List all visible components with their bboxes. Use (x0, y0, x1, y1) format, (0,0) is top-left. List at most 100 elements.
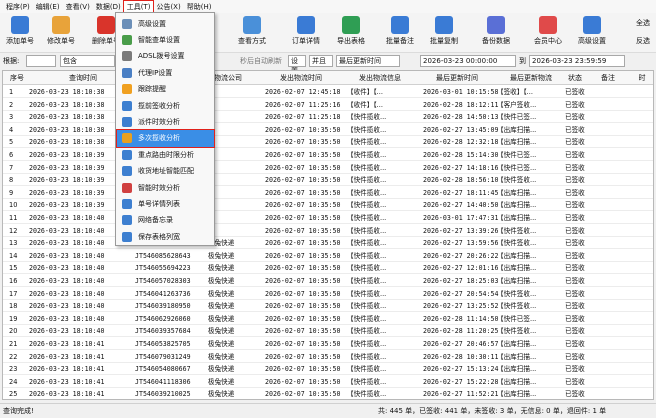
row-ship-info: 【快件揽收... (347, 352, 387, 361)
table-row[interactable]: 22 2026-03-23 18:10:41 JT546079031249 极兔快递 2… (3, 351, 653, 363)
menu-adsl-settings[interactable]: ADSL拨号设置 (117, 48, 214, 65)
menu-multi-pickup-analysis[interactable]: 多次揽收分析 (116, 128, 215, 148)
invert-select-button[interactable]: 反选 (632, 35, 654, 48)
menu-save-column-width[interactable]: 保存表格列宽 (117, 228, 214, 245)
menu-item-label: 重点路由时限分析 (138, 150, 194, 159)
table-row[interactable]: 8 2026-03-23 18:10:39 2026-02-07 10:35:50 【… (3, 174, 653, 187)
contains-select[interactable]: 包含 (60, 55, 115, 67)
menu-item-label: 网络备忘录 (138, 216, 173, 225)
status-message: 查询完成! (3, 407, 34, 415)
order-detail-button[interactable]: 订单详情 (286, 14, 326, 52)
menu-view[interactable]: 查看(V) (63, 1, 93, 13)
and-select[interactable]: 并且 (309, 55, 333, 67)
table-row[interactable]: 20 2026-03-23 18:10:40 JT546039357684 极兔快递 2… (3, 325, 653, 338)
menu-smart-query-settings[interactable]: 智能查单设置 (117, 31, 214, 48)
backup-data-button[interactable]: 备份数据 (476, 14, 516, 52)
table-row[interactable]: 132026-03-23 18:10:40JT546062868563极兔快递2… (3, 237, 653, 250)
row-courier: 极兔快递 (208, 251, 235, 260)
table-row[interactable]: 7 2026-03-23 18:10:39 2026-02-07 10:35:50 【… (3, 162, 653, 174)
row-ship-info: 【快件揽收... (347, 327, 387, 336)
table-row[interactable]: 14 2026-03-23 18:10:40 JT546085628643 极兔快递 2… (3, 250, 653, 262)
row-tracking-number: JT546057028303 (135, 277, 191, 285)
header-note[interactable]: 备注 (595, 71, 621, 85)
date-field-select[interactable]: 最后更新时间 (336, 55, 400, 67)
header-last-update-info[interactable]: 最后更新物流 (497, 71, 565, 85)
table-row[interactable]: 18 2026-03-23 18:10:40 JT546039180950 极兔快递 2… (3, 300, 653, 313)
table-row[interactable]: 12 2026-03-23 18:10:40 2026-02-07 10:35:50… (3, 225, 653, 237)
table-row[interactable]: 3 2026-03-23 18:10:38 2026-02-07 11:25:18 【… (3, 111, 653, 124)
menu-proxy-ip-settings[interactable]: 代理IP设置 (117, 64, 214, 81)
table-row[interactable]: 5 2026-03-23 18:10:38 2026-02-07 10:35:50 【… (3, 136, 653, 149)
date-to-input[interactable]: 2026-03-23 23:59:59 (529, 55, 625, 67)
table-row[interactable]: 2 2026-03-23 18:10:38 2026-02-07 11:25:16 【… (3, 99, 653, 111)
table-row[interactable]: 9 2026-03-23 18:10:39 2026-02-07 10:35:50 【… (3, 187, 653, 199)
export-table-button[interactable]: 导出表格 (331, 14, 371, 52)
row-courier: 极兔快递 (208, 277, 235, 285)
menu-item-label: 保存表格列宽 (138, 232, 180, 241)
header-last-update-time[interactable]: 最后更新时间 (417, 71, 497, 85)
table-row[interactable]: 17 2026-03-23 18:10:40 JT546041263736 极兔快递 2… (3, 288, 653, 300)
header-extra[interactable]: 时 (633, 71, 651, 85)
batch-copy-button[interactable]: 批量复制 (424, 14, 464, 52)
table-row[interactable]: 25 2026-03-23 18:10:41 JT546039210025 极兔快递 2… (3, 388, 653, 399)
table-row[interactable]: 19 2026-03-23 18:10:40 JT546062926060 极兔快递 2… (3, 313, 653, 325)
menu-network-memo[interactable]: 网络备忘录 (117, 212, 214, 229)
add-number-button[interactable]: 添加单号 (2, 14, 38, 52)
row-last-update-info: 【出库扫描... (497, 251, 537, 260)
table-row[interactable]: 24 2026-03-23 18:10:41 JT546041118306 极兔快递 2… (3, 376, 653, 388)
menu-advanced-settings[interactable]: 高级设置 (117, 15, 214, 32)
table-row[interactable]: 6 2026-03-23 18:10:39 2026-02-07 10:35:50 【… (3, 149, 653, 161)
menu-address-match[interactable]: 收货地址智能匹配 (117, 163, 214, 180)
row-status: 已签收 (565, 88, 585, 96)
menu-program[interactable]: 程序(P) (3, 1, 33, 13)
menu-data[interactable]: 数据(D) (93, 1, 124, 13)
row-index: 11 (9, 214, 18, 222)
table-row[interactable]: 4 2026-03-23 18:10:38 2026-02-07 10:35:50 【… (3, 124, 653, 136)
menu-tools[interactable]: 工具(T) (122, 0, 155, 14)
row-index: 12 (9, 226, 18, 235)
header-status[interactable]: 状态 (561, 71, 589, 85)
advanced-settings-button[interactable]: 高级设置 (572, 14, 612, 52)
row-query-time: 2026-03-23 18:10:40 (29, 239, 105, 248)
date-from-input[interactable]: 2026-03-23 00:00:00 (420, 55, 516, 67)
row-index: 20 (9, 327, 18, 336)
row-index: 21 (9, 340, 18, 348)
row-last-update-time: 2026-02-28 12:32:18 (423, 138, 499, 147)
menubar: 程序(P) 编辑(E) 查看(V) 数据(D) 工具(T) 公告(X) 帮助(H… (0, 0, 656, 14)
detail-icon (297, 16, 315, 34)
field-select[interactable] (26, 55, 56, 67)
header-ship-time[interactable]: 发出物流时间 (259, 71, 343, 85)
table-row[interactable]: 10 2026-03-23 18:10:39 2026-02-07 10:35:50… (3, 199, 653, 212)
table-row[interactable]: 15 2026-03-23 18:10:40 JT546055694223 极兔快递 2… (3, 262, 653, 275)
menu-delivery-time-analysis[interactable]: 派件时效分析 (117, 113, 214, 130)
batch-note-button[interactable]: 批量备注 (380, 14, 420, 52)
menu-smart-time-analysis[interactable]: 智能时效分析 (117, 179, 214, 196)
row-ship-time: 2026-02-07 10:35:50 (265, 365, 341, 374)
row-courier: 极兔快递 (208, 352, 235, 361)
row-ship-time: 2026-02-07 10:35:50 (265, 163, 341, 172)
menu-announce[interactable]: 公告(X) (153, 1, 183, 13)
table-row[interactable]: 21 2026-03-23 18:10:41 JT546053825705 极兔快递 2… (3, 338, 653, 350)
menu-edit[interactable]: 编辑(E) (33, 1, 63, 13)
row-ship-time: 2026-02-07 10:35:50 (265, 264, 341, 273)
settings-small-button[interactable]: 设置 (288, 55, 306, 75)
view-mode-button[interactable]: 查看方式 (232, 14, 272, 52)
menu-number-detail-list[interactable]: 单号详情列表 (117, 195, 214, 212)
menu-tracking-reminder[interactable]: 跟踪提醒 (117, 81, 214, 98)
menu-route-time-analysis[interactable]: 重点路由时限分析 (117, 146, 214, 163)
row-ship-info: 【快件揽收... (347, 163, 387, 172)
menu-presign-analysis[interactable]: 揽前签收分析 (117, 97, 214, 114)
table-row[interactable]: 11 2026-03-23 18:10:40 2026-02-07 10:35:50… (3, 212, 653, 224)
header-ship-info[interactable]: 发出物流信息 (345, 71, 415, 85)
table-row[interactable]: 1 2026-03-23 18:10:38 2026-02-07 12:45:18 【… (3, 86, 653, 98)
select-all-button[interactable]: 全选 (632, 17, 654, 30)
row-tracking-number: JT546079031249 (135, 352, 191, 361)
row-last-update-info: 【快件签收... (497, 327, 537, 336)
table-row[interactable]: 16 2026-03-23 18:10:40 JT546057028303 极兔快递 2… (3, 275, 653, 287)
row-courier: 极兔快递 (208, 340, 235, 348)
menu-help[interactable]: 帮助(H) (184, 1, 215, 13)
table-row[interactable]: 23 2026-03-23 18:10:41 JT546054080667 极兔快递 2… (3, 363, 653, 376)
edit-number-button[interactable]: 修改单号 (42, 14, 80, 52)
header-index[interactable]: 序号 (3, 71, 31, 85)
member-center-button[interactable]: 会员中心 (528, 14, 568, 52)
